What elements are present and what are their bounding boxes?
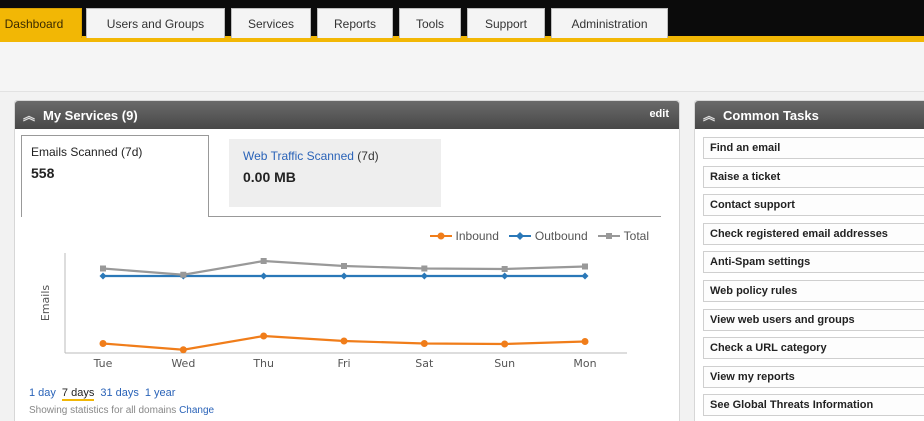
- data-point-inbound: [581, 338, 589, 345]
- tab-administration[interactable]: Administration: [551, 8, 668, 38]
- range-links: 1 day 7 days 31 days 1 year: [29, 387, 175, 401]
- task-item[interactable]: Anti-Spam settings: [703, 251, 924, 274]
- data-point-total: [260, 258, 267, 264]
- tab-dashboard[interactable]: Dashboard: [0, 8, 82, 38]
- task-item[interactable]: Find an email: [703, 137, 924, 159]
- data-point-outbound: [420, 272, 428, 280]
- data-point-inbound: [340, 337, 348, 345]
- emails-scanned-value: 558: [31, 165, 55, 181]
- footnote-text: Showing statistics for all domains: [29, 405, 177, 416]
- my-services-panel: ︽ My Services (9) edit Emails Scanned (7…: [14, 100, 680, 421]
- web-traffic-label-suffix: (7d): [353, 149, 379, 163]
- data-point-total: [582, 263, 588, 270]
- collapse-icon[interactable]: ︽: [15, 107, 43, 124]
- data-point-outbound: [260, 272, 268, 280]
- tab-tools[interactable]: Tools: [399, 8, 461, 38]
- tab-users-and-groups[interactable]: Users and Groups: [86, 8, 225, 38]
- task-item[interactable]: Web policy rules: [703, 280, 924, 302]
- task-item[interactable]: See Global Threats Information: [703, 394, 924, 417]
- common-tasks-header: ︽ Common Tasks: [695, 101, 924, 129]
- x-tick-label: Fri: [337, 357, 350, 370]
- edit-link[interactable]: edit: [649, 108, 669, 120]
- web-traffic-value: 0.00 MB: [243, 169, 296, 185]
- data-point-total: [501, 266, 508, 272]
- data-point-inbound: [420, 340, 428, 347]
- range-link-1-year[interactable]: 1 year: [145, 387, 176, 401]
- data-point-outbound: [99, 272, 107, 280]
- common-tasks-panel: ︽ Common Tasks Find an email Raise a tick…: [694, 100, 924, 421]
- web-traffic-tab[interactable]: Web Traffic Scanned (7d) 0.00 MB: [229, 139, 441, 207]
- range-link-1-day[interactable]: 1 day: [29, 387, 56, 401]
- data-point-outbound: [340, 272, 348, 280]
- data-point-total: [421, 265, 428, 272]
- footnote: Showing statistics for all domains Chang…: [29, 405, 214, 416]
- x-tick-label: Sat: [415, 357, 434, 370]
- tabs-divider: [209, 216, 661, 217]
- services-count: (9): [121, 107, 138, 123]
- data-point-total: [100, 265, 106, 272]
- task-item[interactable]: Check registered email addresses: [703, 222, 924, 245]
- emails-line-chart: Emails Tue Wed Thu Fri Sat Sun Mon: [39, 253, 627, 370]
- data-point-outbound: [581, 272, 589, 280]
- data-point-total: [180, 271, 187, 278]
- change-link[interactable]: Change: [179, 405, 214, 416]
- tab-support[interactable]: Support: [467, 8, 545, 38]
- x-tick-label: Sun: [494, 357, 515, 370]
- task-item[interactable]: View web users and groups: [703, 308, 924, 331]
- x-tick-label: Wed: [171, 357, 195, 370]
- y-axis-label: Emails: [39, 285, 52, 322]
- data-point-total: [341, 263, 347, 269]
- data-point-inbound: [179, 346, 187, 354]
- task-item[interactable]: Raise a ticket: [703, 165, 924, 188]
- sub-header: [0, 42, 924, 92]
- tab-services[interactable]: Services: [231, 8, 311, 38]
- x-tick-label: Thu: [252, 357, 274, 370]
- task-item[interactable]: Contact support: [703, 194, 924, 217]
- panel-title: My Services: [43, 107, 119, 123]
- task-item[interactable]: View my reports: [703, 365, 924, 388]
- panel-title: Common Tasks: [723, 107, 819, 123]
- data-point-outbound: [501, 272, 509, 280]
- collapse-icon[interactable]: ︽: [695, 107, 723, 124]
- emails-scanned-tab[interactable]: Emails Scanned (7d) 558: [21, 135, 209, 217]
- data-point-inbound: [501, 340, 509, 348]
- web-traffic-label[interactable]: Web Traffic Scanned: [243, 149, 354, 163]
- my-services-header: ︽ My Services (9) edit: [15, 101, 679, 129]
- task-item[interactable]: Check a URL category: [703, 337, 924, 360]
- x-tick-label: Tue: [93, 357, 113, 370]
- data-point-inbound: [260, 332, 268, 340]
- tab-reports[interactable]: Reports: [317, 8, 393, 38]
- range-link-7-days[interactable]: 7 days: [61, 387, 95, 401]
- x-tick-label: Mon: [573, 357, 596, 370]
- data-point-inbound: [99, 340, 107, 347]
- range-link-31-days[interactable]: 31 days: [100, 387, 139, 401]
- emails-scanned-label: Emails Scanned (7d): [31, 145, 143, 159]
